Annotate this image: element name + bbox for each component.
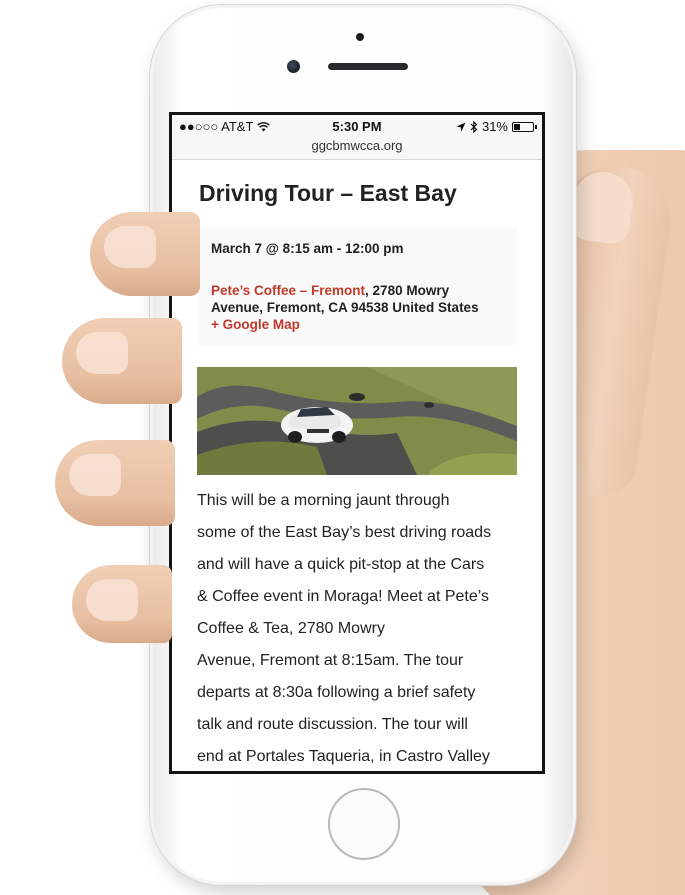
url-text[interactable]: ggcbmwcca.org — [311, 138, 402, 153]
description-line: some of the East Bay’s best driving road… — [197, 524, 492, 541]
phone-screen: ●●○○○ AT&T 5:30 PM 31% ggcbmwcca.org Dri… — [169, 112, 545, 774]
bluetooth-icon — [470, 120, 478, 133]
description-line: & Coffee event in Moraga! Meet at Pete’s — [197, 588, 490, 605]
event-photo — [197, 367, 517, 475]
battery-percent: 31% — [481, 119, 508, 134]
venue-link[interactable]: Pete’s Coffee – Fremont — [211, 283, 365, 298]
description-line: departs at 8:30a following a brief safet… — [197, 684, 476, 701]
fingernail — [76, 332, 128, 374]
description-line: talk and route discussion. The tour will — [197, 716, 468, 733]
address-bar[interactable]: ggcbmwcca.org — [172, 137, 542, 160]
home-button[interactable] — [328, 788, 400, 860]
google-map-link[interactable]: + Google Map — [211, 316, 503, 333]
fingernail — [69, 454, 121, 496]
product-photo-scene: ●●○○○ AT&T 5:30 PM 31% ggcbmwcca.org Dri… — [0, 0, 685, 895]
middle-finger — [62, 318, 182, 404]
ring-finger — [55, 440, 175, 526]
car-on-road-image — [197, 367, 517, 475]
description-line: Coffee & Tea, 2780 Mowry — [197, 620, 385, 637]
description-line: and will have a quick pit-stop at the Ca… — [197, 556, 485, 573]
earpiece-speaker — [328, 63, 408, 70]
index-finger — [90, 212, 200, 296]
event-details: March 7 @ 8:15 am - 12:00 pm Pete’s Coff… — [197, 227, 517, 345]
description-line: end at Portales Taqueria, in Castro Vall… — [197, 748, 490, 765]
battery-icon — [512, 121, 537, 132]
description-line: This will be a morning jaunt through — [197, 492, 450, 509]
status-right: 31% — [456, 119, 537, 134]
fingernail — [104, 226, 156, 268]
description-line: Avenue, Fremont at 8:15am. The tour — [197, 652, 464, 669]
little-finger — [72, 565, 172, 643]
event-description: This will be a morning jaunt through som… — [197, 485, 517, 771]
location-arrow-icon — [456, 122, 466, 131]
event-venue: Pete’s Coffee – Fremont, 2780 Mowry Aven… — [211, 282, 503, 333]
event-date: March 7 @ 8:15 am - 12:00 pm — [211, 241, 404, 256]
front-camera — [287, 60, 300, 73]
event-page: Driving Tour – East Bay March 7 @ 8:15 a… — [172, 180, 542, 771]
battery-fill — [514, 123, 520, 130]
proximity-sensor — [356, 33, 364, 41]
fingernail — [86, 579, 138, 621]
status-bar: ●●○○○ AT&T 5:30 PM 31% — [172, 115, 542, 137]
event-title: Driving Tour – East Bay — [199, 180, 457, 206]
